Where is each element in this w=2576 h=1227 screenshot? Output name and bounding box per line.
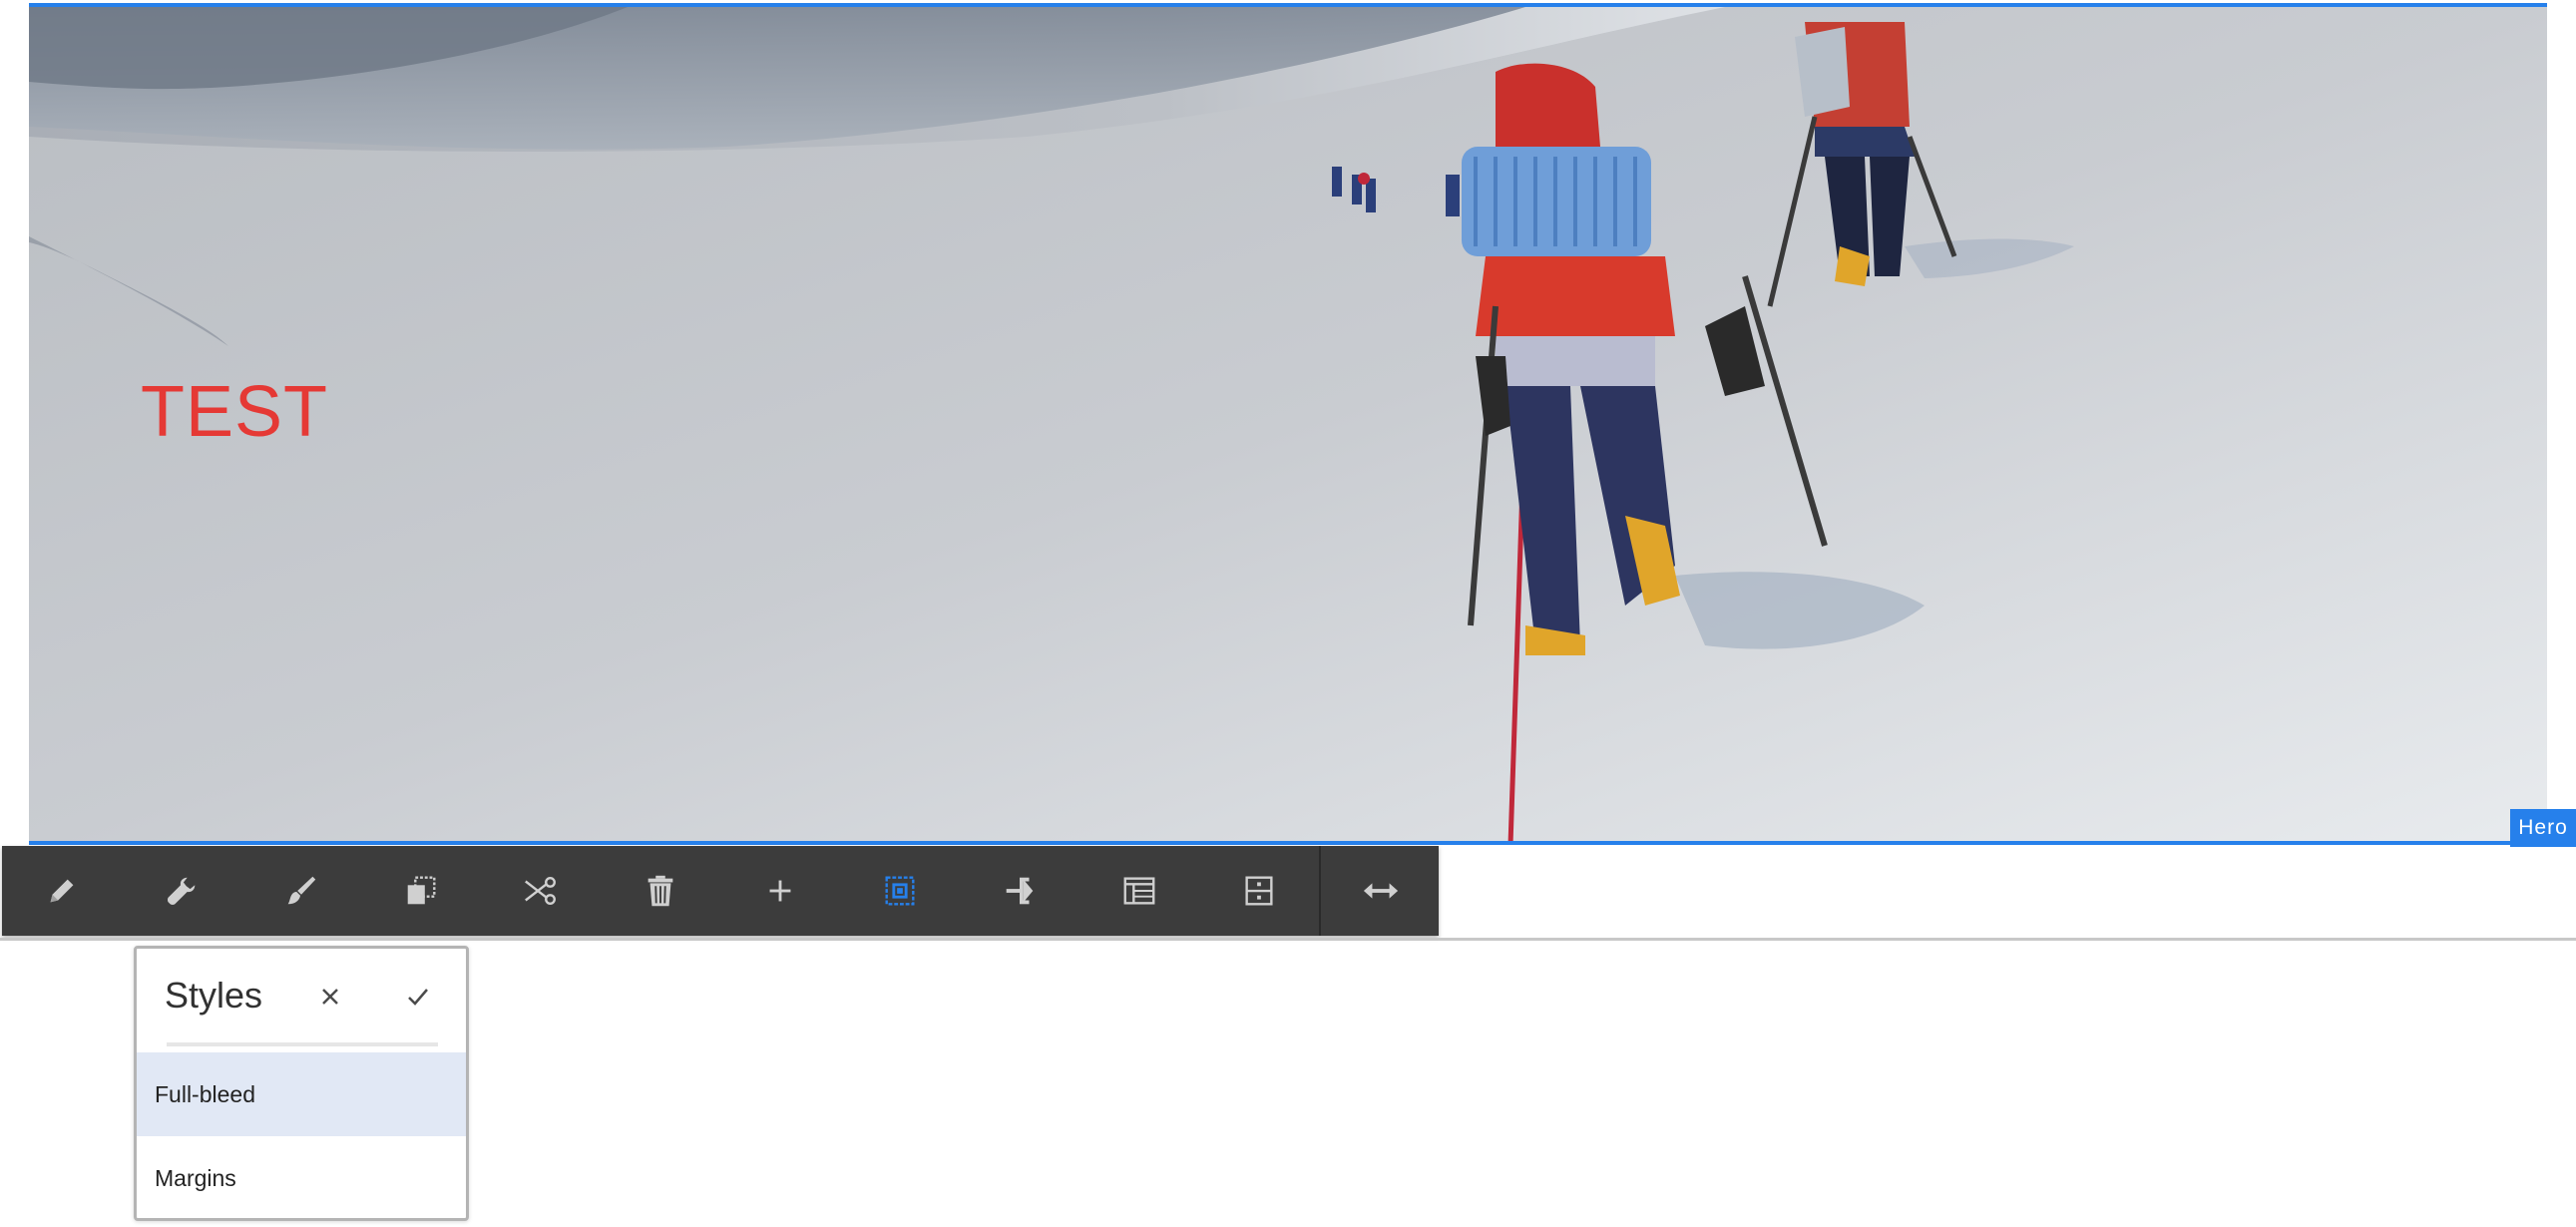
plus-icon <box>769 880 791 902</box>
close-button[interactable] <box>310 977 350 1017</box>
layout-button[interactable] <box>1079 846 1199 936</box>
select-group-icon <box>885 876 915 906</box>
edit-button[interactable] <box>2 846 122 936</box>
styles-title: Styles <box>165 975 263 1016</box>
styles-list: Full-bleed Margins <box>137 1052 466 1218</box>
convert-button[interactable] <box>1199 846 1319 936</box>
styles-header: Styles <box>137 949 466 1052</box>
hero-title: TEST <box>141 372 329 452</box>
parent-button[interactable] <box>960 846 1079 936</box>
component-toolbar <box>2 846 1439 936</box>
configure-button[interactable] <box>122 846 241 936</box>
paintbrush-icon <box>287 876 316 905</box>
parent-icon <box>1006 877 1034 905</box>
insert-button[interactable] <box>720 846 840 936</box>
close-icon <box>322 989 338 1005</box>
resize-icon <box>1363 883 1399 899</box>
convert-icon <box>1245 876 1273 906</box>
styles-popover: Styles Full-bleed Margins <box>134 946 469 1221</box>
trash-icon <box>647 875 673 907</box>
delete-button[interactable] <box>601 846 720 936</box>
scissors-icon <box>525 876 556 906</box>
hero-background-image <box>29 7 2547 841</box>
layout-icon <box>1123 877 1155 905</box>
confirm-button[interactable] <box>398 977 438 1017</box>
styles-button[interactable] <box>241 846 361 936</box>
resize-button[interactable] <box>1321 846 1441 936</box>
copy-icon <box>407 876 436 905</box>
style-option-full-bleed[interactable]: Full-bleed <box>137 1052 466 1136</box>
wrench-icon <box>167 877 196 906</box>
page-divider <box>0 938 2576 941</box>
group-button[interactable] <box>840 846 960 936</box>
style-option-margins[interactable]: Margins <box>137 1136 466 1218</box>
pencil-icon <box>50 879 74 903</box>
checkmark-icon <box>408 989 428 1006</box>
page: TEST Hero Styles Full-bleed Margins <box>0 0 2576 1227</box>
component-badge: Hero <box>2510 809 2576 847</box>
styles-header-underline <box>167 1042 438 1046</box>
hero-component[interactable]: TEST <box>29 3 2547 845</box>
copy-button[interactable] <box>361 846 481 936</box>
cut-button[interactable] <box>481 846 601 936</box>
